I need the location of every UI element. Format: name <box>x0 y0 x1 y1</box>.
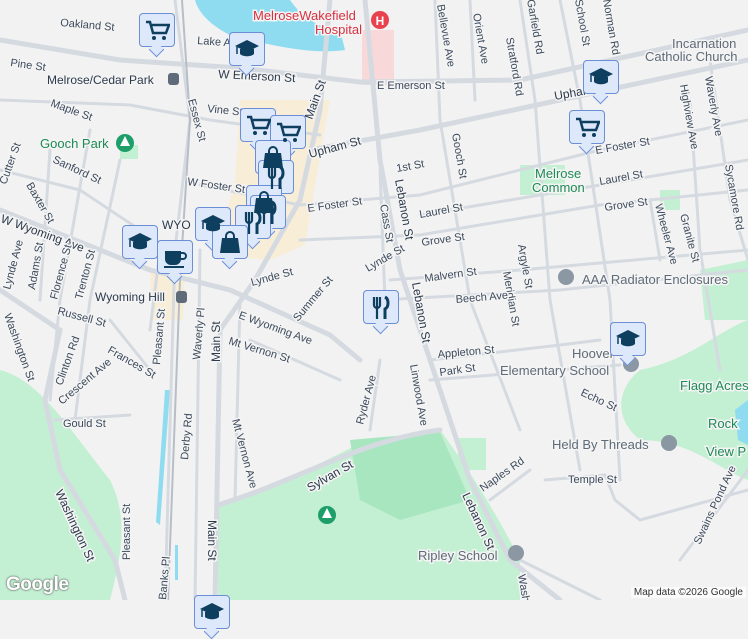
place-label[interactable]: Hoover <box>571 345 617 363</box>
street-label: Oakland St <box>60 17 115 34</box>
street-label: Malvern St <box>424 266 478 285</box>
street-label: Wyoming Hill <box>95 290 165 304</box>
svg-text:H: H <box>376 14 385 28</box>
street-label: Vine St <box>207 103 243 119</box>
shopping-cart-marker[interactable] <box>240 108 276 142</box>
place-label[interactable]: MelroseWakefield <box>252 7 358 25</box>
street-label: Sycamore Rd <box>722 163 745 231</box>
place-label[interactable]: Melrose <box>534 165 583 183</box>
street-label: Gould St <box>63 418 106 430</box>
school-marker[interactable] <box>610 322 646 356</box>
street-label: E Emerson St <box>377 80 445 92</box>
street-label: Lynde Ave <box>1 239 26 291</box>
place-label[interactable]: Ripley School <box>417 547 500 565</box>
school-icon <box>128 233 152 250</box>
school-marker[interactable] <box>122 225 158 259</box>
restaurant-icon <box>244 210 262 234</box>
street-label: Main St <box>209 321 223 362</box>
school-marker[interactable] <box>229 32 265 66</box>
place-label[interactable]: Hospital <box>314 21 364 39</box>
street-label: School St <box>572 0 592 47</box>
street-label: 1st St <box>395 158 425 175</box>
street-label: Stratford Rd <box>503 36 525 96</box>
street-label: Banks Pl <box>157 556 173 600</box>
place-label[interactable]: Flagg Acres <box>679 377 748 395</box>
place-label[interactable]: Catholic Church <box>644 48 740 66</box>
street-label: Temple St <box>568 474 617 486</box>
street-label: Linwood Ave <box>407 363 430 426</box>
shopping-cart-icon <box>277 122 301 142</box>
street-label: Melrose/Cedar Park <box>47 73 155 87</box>
shopping-cart-icon <box>146 20 170 40</box>
school-marker[interactable] <box>583 60 619 94</box>
map-attribution[interactable]: Map data ©2026 Google <box>630 587 746 598</box>
restaurant-icon <box>372 295 390 319</box>
restaurant-icon <box>267 165 285 189</box>
place-label[interactable]: Held By Threads <box>551 436 651 454</box>
street-label: Pine St <box>10 57 47 74</box>
street-label: Lynde St <box>250 266 295 289</box>
school-icon <box>235 40 259 57</box>
street-label: Frances St <box>106 344 158 381</box>
street-label: E Foster St <box>307 195 363 215</box>
school-poi-icon <box>661 435 677 451</box>
place-label[interactable]: AAA Radiator Enclosures <box>581 271 730 289</box>
restaurant-marker[interactable] <box>258 160 294 194</box>
street-label: Pleasant St <box>121 504 133 560</box>
street-label: Beech Ave <box>455 289 508 306</box>
street-label: Florence St <box>48 243 74 300</box>
shopping-cart-icon <box>247 115 271 135</box>
street-label: Cutter St <box>0 141 24 186</box>
shopping-cart-marker[interactable] <box>569 110 605 144</box>
street-label: Appleton St <box>437 344 495 361</box>
shopping-bag-marker[interactable] <box>212 225 248 259</box>
shopping-cart-marker[interactable] <box>139 13 175 47</box>
school-icon <box>616 330 640 347</box>
street-label: Gooch St <box>449 132 469 179</box>
street-label: Derby Rd <box>179 413 195 460</box>
shopping-bag-icon <box>220 231 240 253</box>
street-label: Echo St <box>579 387 619 414</box>
street-label: Norman Rd <box>600 0 622 56</box>
shopping-cart-icon <box>576 117 600 137</box>
restaurant-marker[interactable] <box>363 290 399 324</box>
street-label: Grove St <box>604 196 649 214</box>
street-label: Main St <box>205 520 219 561</box>
street-label: Mt Vernon Ave <box>229 418 259 490</box>
street-label: Highview Ave <box>677 83 700 150</box>
street-label: Lebanon St <box>392 178 417 242</box>
street-label: Laurel St <box>598 168 643 187</box>
school-poi-icon <box>558 269 574 285</box>
train-station-icon <box>168 73 179 85</box>
place-label[interactable]: Elementary School <box>499 362 611 380</box>
shopping-cart-marker[interactable] <box>270 115 306 149</box>
coffee-marker[interactable] <box>157 240 193 274</box>
place-label[interactable]: Rock <box>707 415 740 433</box>
street-label: Mt Vernon St <box>227 335 291 365</box>
train-station-icon <box>176 291 187 303</box>
street-label: Summer St <box>291 274 336 324</box>
street-label: WYO <box>162 218 191 232</box>
school-poi-icon <box>508 545 524 561</box>
coffee-icon <box>164 251 187 268</box>
school-icon <box>589 68 613 85</box>
place-label[interactable]: View P <box>705 443 748 461</box>
place-label[interactable]: Common <box>531 179 587 197</box>
street-label: W Emerson St <box>218 67 297 85</box>
street-label: Russell St <box>56 305 107 329</box>
google-logo: Google <box>6 574 69 595</box>
street-label: Sanford St <box>51 154 103 187</box>
place-label[interactable]: Gooch Park <box>39 135 111 153</box>
street-label: Waverly Pl <box>191 307 208 360</box>
street-label: Argyle St <box>515 243 535 289</box>
school-marker[interactable] <box>194 595 230 629</box>
school-icon <box>200 603 224 620</box>
